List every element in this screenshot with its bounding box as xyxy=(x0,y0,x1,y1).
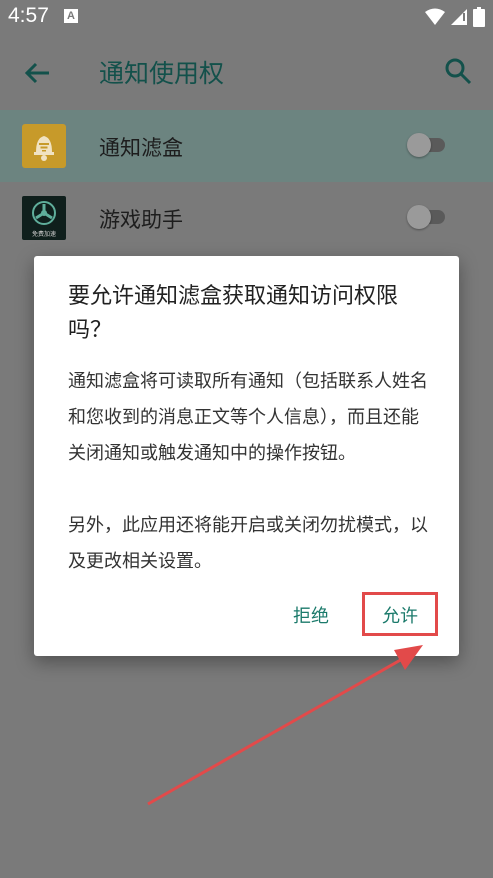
arrow-back-icon[interactable] xyxy=(22,58,52,88)
app-bar: 通知使用权 xyxy=(0,34,493,110)
game-helper-icon: 免费加速 xyxy=(22,196,66,240)
wifi-icon xyxy=(425,8,445,25)
list-item-label: 游戏助手 xyxy=(99,208,183,232)
toggle-switch[interactable] xyxy=(407,133,445,157)
system-icons xyxy=(425,6,485,28)
dialog-body: 通知滤盒将可读取所有通知（包括联系人姓名和您收到的消息正文等个人信息），而且还能… xyxy=(68,364,432,580)
deny-button[interactable]: 拒绝 xyxy=(278,602,344,628)
dialog-title: 要允许通知滤盒获取通知访问权限吗？ xyxy=(68,284,399,343)
status-time: 4:57 xyxy=(8,4,49,27)
allow-button[interactable]: 允许 xyxy=(362,592,438,636)
notification-icon: A xyxy=(64,9,78,23)
page-title: 通知使用权 xyxy=(99,59,225,88)
permission-dialog: 要允许通知滤盒获取通知访问权限吗？ 通知滤盒将可读取所有通知（包括联系人姓名和您… xyxy=(34,256,459,656)
list-item-label: 通知滤盒 xyxy=(99,136,183,160)
app-list: 通知滤盒 免费加速 游戏助手 xyxy=(0,110,493,254)
search-icon[interactable] xyxy=(443,56,473,86)
dialog-message: 通知滤盒将可读取所有通知（包括联系人姓名和您收到的消息正文等个人信息），而且还能… xyxy=(68,371,428,464)
game-helper-icon-caption: 免费加速 xyxy=(32,230,56,238)
signal-icon xyxy=(451,9,467,25)
dialog-note: 另外，此应用还将能开启或关闭勿扰模式，以及更改相关设置。 xyxy=(68,515,428,572)
bell-filter-icon xyxy=(22,124,66,168)
toggle-switch[interactable] xyxy=(407,205,445,229)
list-item-notification-filter[interactable]: 通知滤盒 xyxy=(0,110,493,182)
status-bar: 4:57 A xyxy=(0,0,493,34)
battery-icon xyxy=(473,7,485,27)
list-item-game-helper[interactable]: 免费加速 游戏助手 xyxy=(0,182,493,254)
